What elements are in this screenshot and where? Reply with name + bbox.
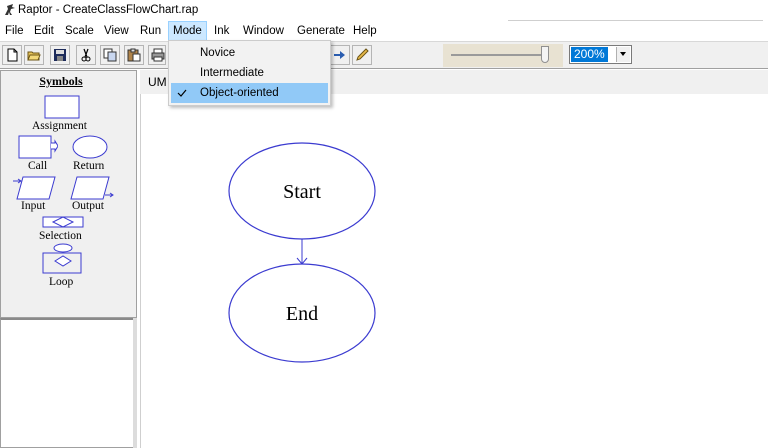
save-icon	[54, 49, 66, 61]
symbols-title: Symbols	[39, 74, 83, 88]
paste-button[interactable]	[124, 45, 144, 65]
menu-item-object-oriented[interactable]: Object-oriented	[171, 83, 328, 103]
call-symbol-icon[interactable]	[18, 135, 58, 159]
input-symbol-icon[interactable]	[13, 175, 57, 201]
symbol-label-assignment: Assignment	[32, 120, 87, 132]
flowchart-canvas[interactable]: Start End	[140, 94, 768, 448]
symbol-label-selection: Selection	[39, 230, 82, 242]
menu-generate[interactable]: Generate	[293, 22, 349, 40]
output-symbol-icon[interactable]	[69, 175, 115, 201]
symbol-label-loop: Loop	[49, 276, 74, 288]
symbol-label-call: Call	[28, 160, 48, 172]
paste-icon	[127, 48, 141, 62]
dropdown-arrow-button[interactable]	[616, 47, 630, 62]
symbol-label-return: Return	[73, 160, 105, 172]
pen-icon	[356, 48, 369, 61]
raptor-icon	[5, 4, 15, 15]
run-icon	[334, 51, 345, 59]
menu-window[interactable]: Window	[239, 22, 288, 40]
new-file-icon	[7, 48, 18, 62]
new-file-button[interactable]	[2, 45, 22, 65]
copy-icon	[103, 48, 117, 62]
open-folder-icon	[27, 51, 41, 61]
symbols-scrollbar[interactable]	[121, 71, 136, 317]
run-button[interactable]	[330, 45, 350, 65]
menu-item-novice[interactable]: Novice	[171, 43, 328, 63]
mode-dropdown-menu: Novice Intermediate Object-oriented	[168, 40, 331, 106]
return-symbol-icon[interactable]	[71, 135, 109, 159]
selection-symbol-icon[interactable]	[41, 215, 85, 229]
zoom-value: 200%	[571, 47, 608, 62]
checkmark-icon	[177, 89, 187, 97]
print-button[interactable]	[148, 45, 166, 65]
open-button[interactable]	[24, 45, 44, 65]
cut-icon	[81, 48, 91, 62]
menu-item-object-oriented-label: Object-oriented	[200, 87, 279, 99]
zoom-slider[interactable]	[443, 44, 563, 67]
tab-uml[interactable]: UM	[148, 75, 167, 89]
symbols-panel: Symbols Assignment Call Return Input Out…	[0, 70, 137, 318]
loop-symbol-icon[interactable]	[41, 243, 85, 275]
flowchart-diagram: Start End	[228, 142, 376, 363]
zoom-slider-track	[451, 54, 547, 56]
toolbar: 200%	[0, 41, 768, 69]
menu-item-intermediate-label: Intermediate	[200, 67, 264, 79]
start-node-label: Start	[283, 181, 321, 203]
menu-file[interactable]: File	[1, 22, 28, 40]
menu-edit[interactable]: Edit	[30, 22, 58, 40]
symbol-label-input: Input	[21, 200, 46, 212]
menu-bar: File Edit Scale View Run Mode Ink Window…	[0, 21, 768, 41]
menu-mode[interactable]: Mode	[168, 21, 207, 41]
symbol-label-output: Output	[72, 200, 104, 212]
copy-button[interactable]	[100, 45, 120, 65]
zoom-select[interactable]: 200%	[569, 45, 632, 64]
menu-item-intermediate[interactable]: Intermediate	[171, 63, 328, 83]
save-button[interactable]	[50, 45, 70, 65]
print-icon	[151, 48, 165, 62]
menu-ink[interactable]: Ink	[210, 22, 233, 40]
zoom-slider-thumb[interactable]	[541, 46, 549, 63]
menu-run[interactable]: Run	[136, 22, 165, 40]
title-divider	[508, 20, 763, 21]
menu-help[interactable]: Help	[349, 22, 381, 40]
pen-button[interactable]	[352, 45, 372, 65]
menu-scale[interactable]: Scale	[61, 22, 98, 40]
cut-button[interactable]	[76, 45, 96, 65]
panel-divider[interactable]	[133, 318, 137, 448]
variables-panel	[0, 318, 137, 448]
end-node-label: End	[286, 303, 318, 325]
menu-item-novice-label: Novice	[200, 47, 236, 59]
window-title: Raptor - CreateClassFlowChart.rap	[18, 4, 199, 16]
chevron-down-icon	[620, 52, 626, 56]
menu-view[interactable]: View	[100, 22, 133, 40]
assignment-symbol-icon[interactable]	[44, 95, 80, 119]
title-bar: Raptor - CreateClassFlowChart.rap	[0, 0, 768, 22]
